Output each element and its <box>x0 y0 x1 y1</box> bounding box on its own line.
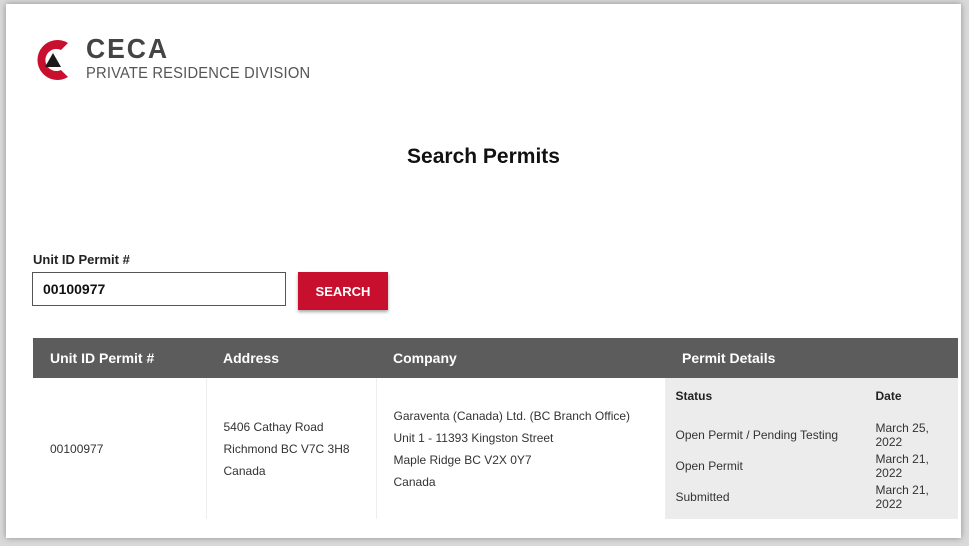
search-button[interactable]: SEARCH <box>298 272 388 310</box>
results-table: Unit ID Permit # Address Company Permit … <box>33 338 958 519</box>
header-company: Company <box>376 338 665 378</box>
company-line: Unit 1 - 11393 Kingston Street <box>393 430 554 445</box>
header-address: Address <box>206 338 376 378</box>
unit-id-label: Unit ID Permit # <box>33 252 130 267</box>
status-row: Open Permit / Pending Testing March 25, … <box>666 419 959 450</box>
ceca-logo-icon <box>37 40 68 80</box>
company-line: Garaventa (Canada) Ltd. (BC Branch Offic… <box>393 408 631 423</box>
address-cell: 5406 Cathay Road Richmond BC V7C 3H8 Can… <box>206 378 377 519</box>
address-line: Richmond BC V7C 3H8 <box>223 441 350 456</box>
date-header: Date <box>875 389 902 403</box>
status-row: Submitted March 21, 2022 <box>666 481 959 512</box>
address-line: 5406 Cathay Road <box>223 419 324 434</box>
status-value: Submitted <box>675 489 730 504</box>
company-cell: Garaventa (Canada) Ltd. (BC Branch Offic… <box>376 378 666 519</box>
date-value: March 21, 2022 <box>875 482 929 511</box>
status-value: Open Permit / Pending Testing <box>675 427 839 442</box>
date-value: March 21, 2022 <box>875 451 929 480</box>
unit-id-cell: 00100977 <box>33 378 207 519</box>
date-value: March 25, 2022 <box>875 420 929 449</box>
company-line: Maple Ridge BC V2X 0Y7 <box>393 452 532 467</box>
unit-id-input[interactable] <box>32 272 286 306</box>
status-header: Status <box>675 389 713 403</box>
brand-subtitle: PRIVATE RESIDENCE DIVISION <box>86 65 311 82</box>
page: CECA PRIVATE RESIDENCE DIVISION Search P… <box>6 4 961 538</box>
table-row: 00100977 5406 Cathay Road Richmond BC V7… <box>33 378 958 519</box>
address-line: Canada <box>223 463 266 478</box>
status-row: Open Permit March 21, 2022 <box>666 450 959 481</box>
company-line: Canada <box>393 474 436 489</box>
brand-name: CECA <box>86 33 169 64</box>
header-permit-details: Permit Details <box>665 338 958 378</box>
results-header-row: Unit ID Permit # Address Company Permit … <box>33 338 958 378</box>
header-unit-id: Unit ID Permit # <box>33 338 206 378</box>
status-table: Status Date Open Permit / Pending Testin… <box>666 385 959 512</box>
page-title: Search Permits <box>407 145 560 168</box>
status-value: Open Permit <box>675 458 743 473</box>
permit-details-cell: Status Date Open Permit / Pending Testin… <box>665 378 958 519</box>
